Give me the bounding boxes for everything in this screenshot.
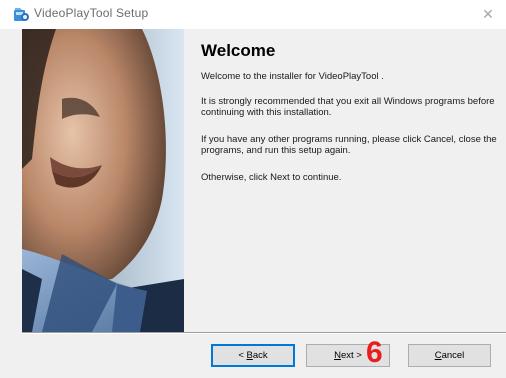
installer-app-icon xyxy=(14,8,29,21)
side-banner-image xyxy=(22,29,184,332)
recommendation-text: It is strongly recommended that you exit… xyxy=(201,96,495,118)
close-icon: ✕ xyxy=(482,6,494,22)
step-number-annotation: 6 xyxy=(366,336,383,369)
back-button-label-rest: ack xyxy=(252,350,268,361)
back-button-prefix: < xyxy=(238,350,247,361)
portrait-photo xyxy=(22,29,184,332)
next-button-mnemonic: N xyxy=(334,350,341,361)
title-bar[interactable]: VideoPlayTool Setup ✕ xyxy=(0,0,506,29)
continue-instruction-text: Otherwise, click Next to continue. xyxy=(201,172,342,183)
next-button-label-rest: ext > xyxy=(341,350,362,361)
cancel-button[interactable]: Cancel xyxy=(408,344,491,367)
window-title: VideoPlayTool Setup xyxy=(34,6,149,20)
cancel-button-mnemonic: C xyxy=(434,350,442,361)
cancel-button-label-rest: ancel xyxy=(441,350,465,361)
intro-text: Welcome to the installer for VideoPlayTo… xyxy=(201,71,384,82)
setup-window: VideoPlayTool Setup ✕ Welcome Welcome to… xyxy=(0,0,506,378)
close-button[interactable]: ✕ xyxy=(478,5,498,23)
running-programs-text: If you have any other programs running, … xyxy=(201,134,497,156)
left-margin xyxy=(0,29,22,378)
footer-divider-highlight xyxy=(22,333,506,334)
back-button[interactable]: < Back xyxy=(211,344,295,367)
page-title: Welcome xyxy=(201,41,276,60)
welcome-panel: Welcome Welcome to the installer for Vid… xyxy=(184,29,506,332)
